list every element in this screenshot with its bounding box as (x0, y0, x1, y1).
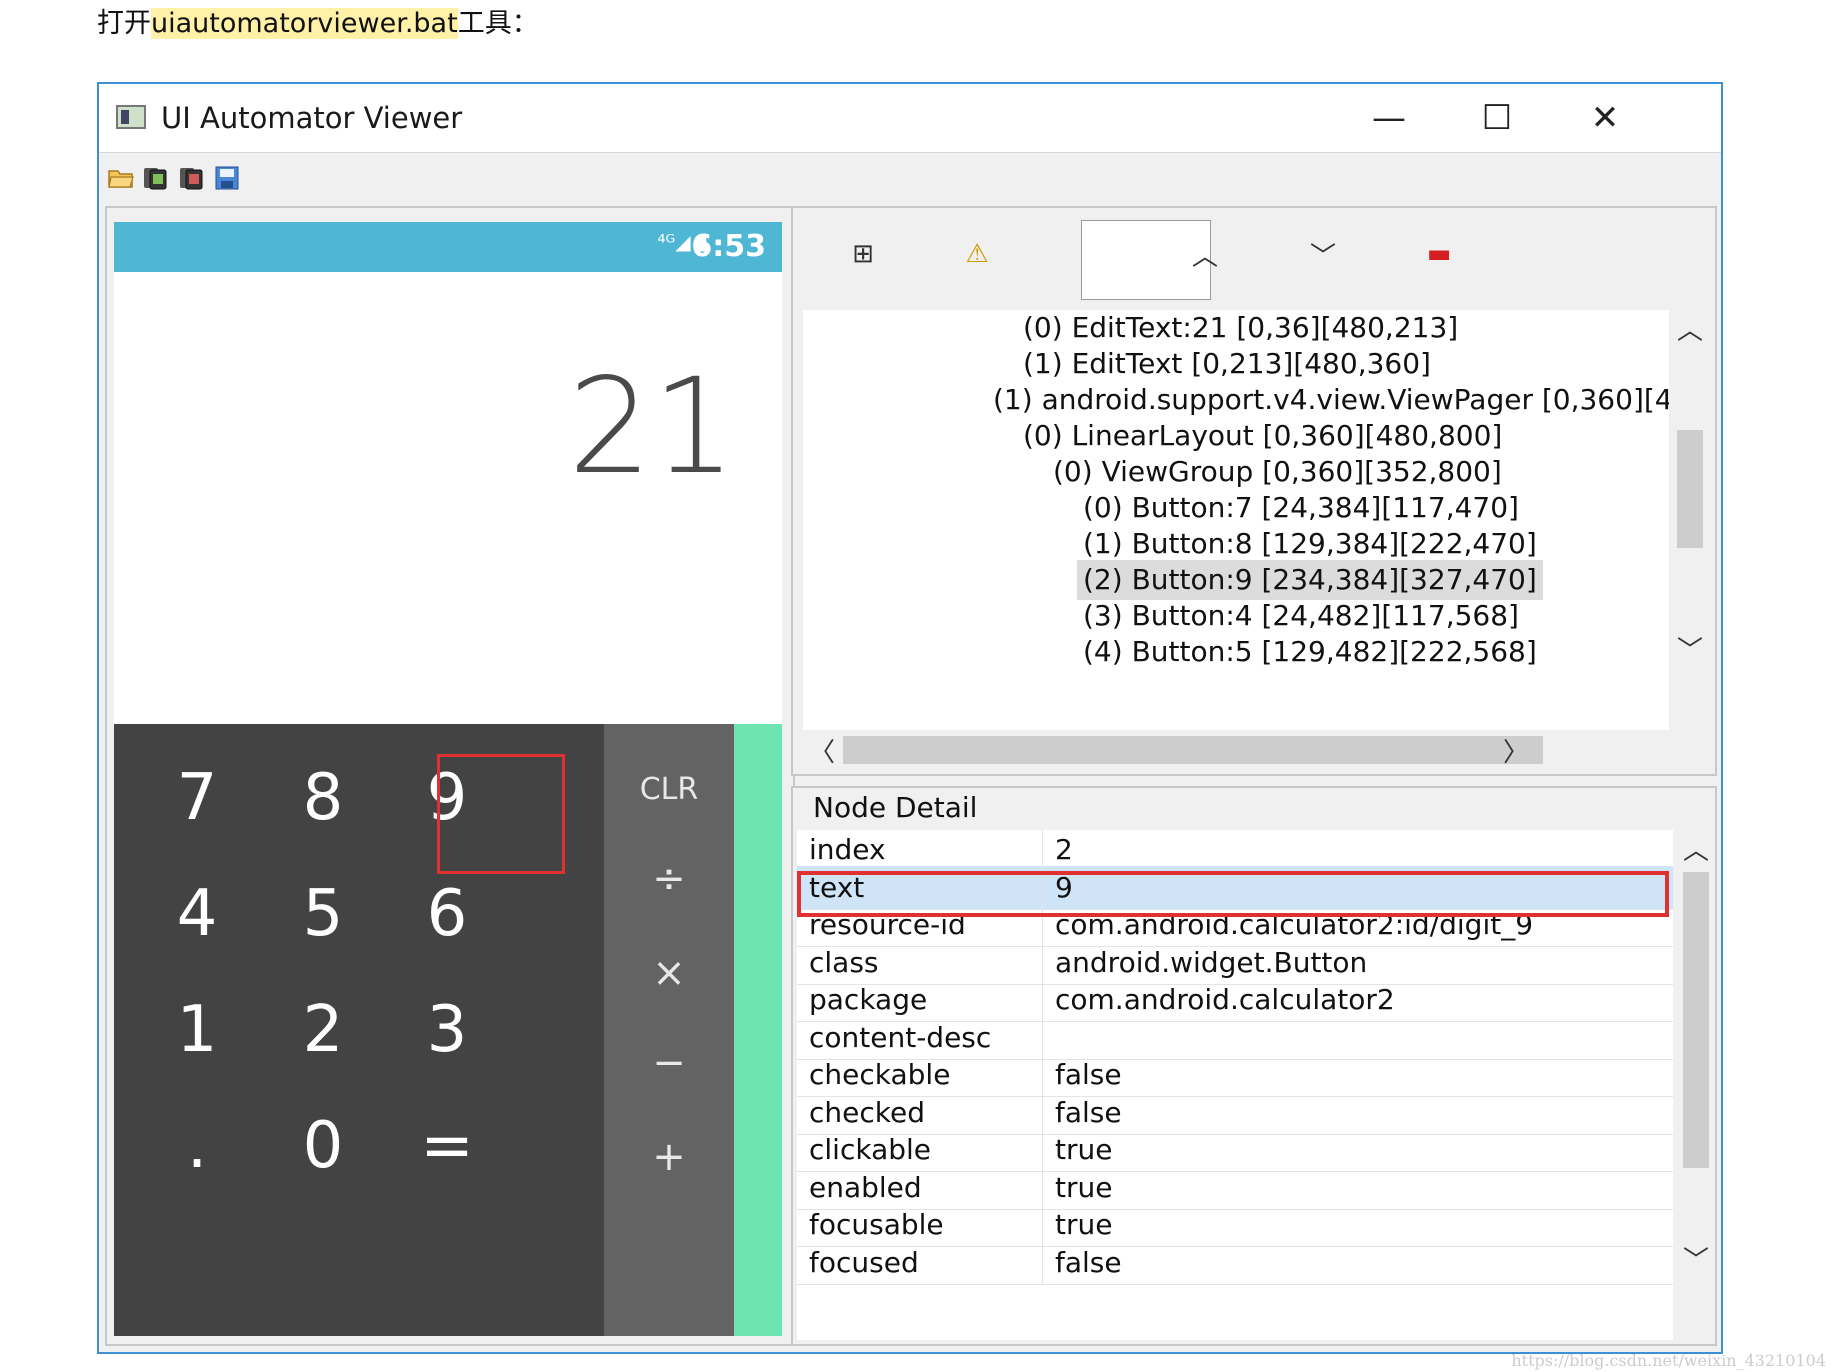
tree-node[interactable]: (0) Button:7 [24,384][117,470] (1077, 488, 1525, 528)
scroll-left-icon[interactable]: 〈 (809, 732, 835, 769)
detail-vertical-scrollbar[interactable]: ︿ ﹀ (1675, 830, 1715, 1340)
save-icon[interactable] (213, 165, 241, 191)
node-detail-title: Node Detail (809, 788, 982, 828)
title-bar[interactable]: UI Automator Viewer — ☐ ✕ (99, 84, 1721, 152)
previous-node-icon[interactable]: ︿ (1185, 236, 1225, 272)
intro-highlight: uiautomatorviewer.bat (151, 8, 458, 39)
window-title: UI Automator Viewer (161, 101, 463, 135)
toolbar (99, 152, 1721, 203)
detail-row[interactable]: focused false (797, 1240, 1673, 1285)
open-folder-icon[interactable] (107, 165, 135, 191)
scroll-down-icon[interactable]: ﹀ (1677, 630, 1703, 667)
detail-value: false (1055, 1245, 1122, 1279)
tree-horizontal-scrollbar[interactable]: 〈 〉 (803, 730, 1669, 770)
clear-search-icon[interactable]: ▬ (1419, 236, 1459, 272)
expand-all-icon[interactable]: ⊞ (843, 236, 883, 272)
device-screenshot-icon[interactable] (141, 165, 169, 191)
calculator-display[interactable]: 21 (568, 352, 736, 502)
tree-node[interactable]: (1) android.support.v4.view.ViewPager [0… (987, 380, 1669, 420)
detail-key: focused (809, 1245, 919, 1279)
intro-suffix: 工具： (457, 8, 539, 39)
device-status-bar: ⁴ᴳ◢ ▮ 6:53 (114, 222, 782, 272)
key-equals[interactable]: = (374, 1078, 520, 1214)
tree-node[interactable]: (1) EditText [0,213][480,360] (1017, 344, 1437, 384)
warning-icon[interactable]: ⚠ (957, 236, 997, 272)
advanced-panel-edge[interactable] (734, 724, 782, 1336)
tree-node[interactable]: (3) Button:4 [24,482][117,568] (1077, 596, 1525, 636)
key-dot[interactable]: . (124, 1078, 270, 1214)
device-clock: 6:53 (691, 229, 766, 264)
scroll-thumb[interactable] (1683, 872, 1709, 1168)
tree-node[interactable]: (0) EditText:21 [0,36][480,213] (1017, 310, 1464, 348)
tree-vertical-scrollbar[interactable]: ︿ ﹀ (1669, 310, 1709, 730)
hierarchy-panel: ⊞ ⚠ ︿ ﹀ ▬ (0) EditText:21 [0,36][480,213… (791, 206, 1717, 776)
scroll-thumb[interactable] (843, 736, 1543, 764)
tree-node[interactable]: (2) Button:9 [234,384][327,470] (1077, 560, 1543, 600)
scroll-up-icon[interactable]: ︿ (1683, 830, 1709, 867)
app-icon (116, 105, 146, 129)
watermark: https://blog.csdn.net/weixin_43210104 (1511, 1351, 1826, 1370)
device-screenshot[interactable]: ⁴ᴳ◢ ▮ 6:53 21 7 8 9 4 5 6 1 2 3. 0 = CLR ÷ × − + (114, 222, 782, 1336)
minimize-button[interactable]: — (1335, 84, 1443, 152)
calculator-operators: CLR ÷ × − + (604, 724, 734, 1336)
tree-node[interactable]: (1) Button:8 [129,384][222,470] (1077, 524, 1543, 564)
scroll-right-icon[interactable]: 〉 (1503, 732, 1529, 769)
hierarchy-tree[interactable]: (0) EditText:21 [0,36][480,213] (1) EditT… (803, 310, 1669, 730)
intro-prefix: 打开 (97, 8, 151, 39)
scroll-up-icon[interactable]: ︿ (1677, 310, 1703, 347)
scroll-down-icon[interactable]: ﹀ (1683, 1240, 1709, 1277)
tree-node[interactable]: (4) Button:5 [129,482][222,568] (1077, 632, 1543, 672)
tree-node[interactable]: (0) ViewGroup [0,360][352,800] (1047, 452, 1508, 492)
selected-node-highlight (437, 754, 565, 874)
device-screenshot-compressed-icon[interactable] (177, 165, 205, 191)
next-node-icon[interactable]: ﹀ (1303, 236, 1343, 272)
node-detail-panel: Node Detail index 2 text 9 resource-id com.an… (791, 786, 1717, 1346)
intro-text: 打开uiautomatorviewer.bat工具： (97, 6, 539, 42)
scroll-thumb[interactable] (1677, 430, 1703, 548)
maximize-button[interactable]: ☐ (1443, 84, 1551, 152)
op-plus-button[interactable]: + (604, 1102, 734, 1212)
selected-row-highlight (797, 871, 1669, 917)
tree-node[interactable]: (0) LinearLayout [0,360][480,800] (1017, 416, 1508, 456)
close-button[interactable]: ✕ (1551, 84, 1659, 152)
